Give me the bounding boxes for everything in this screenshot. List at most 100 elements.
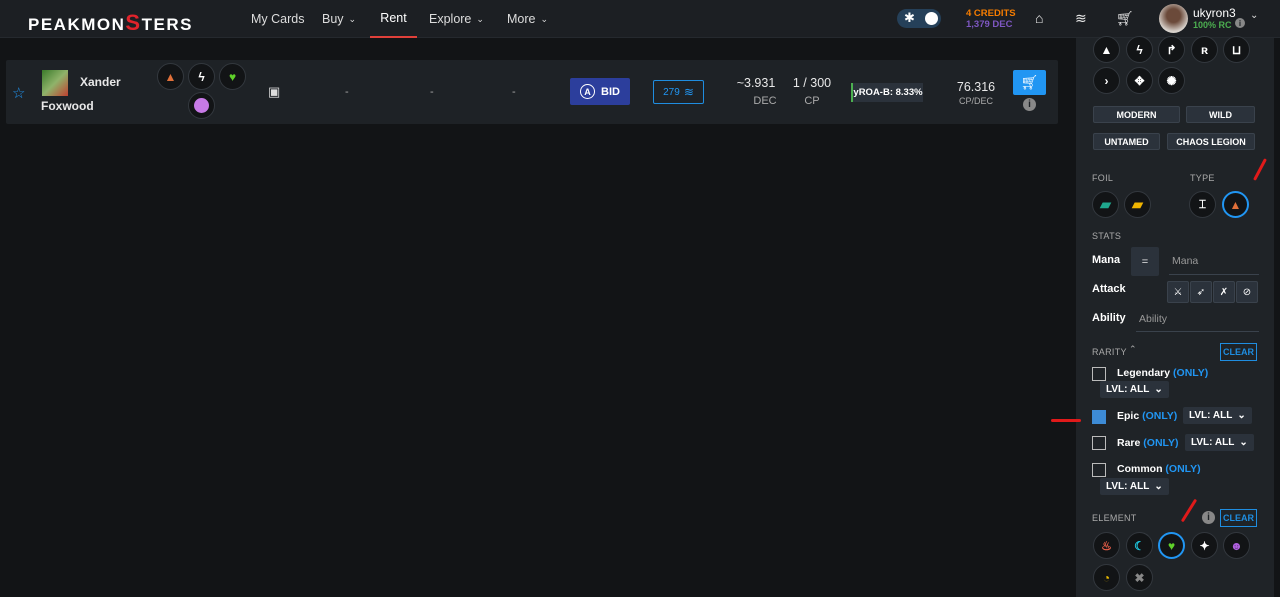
nav-label: More xyxy=(507,12,536,26)
sun-icon: ✱ xyxy=(904,10,915,25)
balance[interactable]: 4 CREDITS 1,379 DEC xyxy=(966,8,1016,30)
dec-balance: 1,379 DEC xyxy=(966,19,1013,30)
rare-label: Rare (ONLY) xyxy=(1117,437,1178,449)
common-checkbox[interactable] xyxy=(1092,463,1106,477)
earth-element-icon[interactable]: ♥ xyxy=(1158,532,1185,559)
fire-element-icon[interactable]: ♨ xyxy=(1093,532,1120,559)
info-icon[interactable]: i xyxy=(1023,98,1036,111)
stack-count: 279 xyxy=(663,86,680,98)
neutral-element-icon[interactable]: ✖ xyxy=(1126,564,1153,591)
ranged-attack-icon[interactable]: ➶ xyxy=(1190,281,1212,303)
only-link[interactable]: (ONLY) xyxy=(1143,437,1178,449)
inbox-icon[interactable]: ⌂ xyxy=(1035,10,1043,26)
rarity-icon xyxy=(188,92,215,119)
monster-type-icon[interactable]: ▲ xyxy=(1222,191,1249,218)
melee-attack-icon[interactable]: ⚔ xyxy=(1167,281,1189,303)
chevron-down-icon[interactable]: ⌄ xyxy=(1250,10,1258,21)
info-icon[interactable]: i xyxy=(1235,18,1245,28)
edition-beta-icon[interactable]: ϟ xyxy=(1126,36,1153,63)
summoner-type-icon[interactable]: ⌶ xyxy=(1189,191,1216,218)
only-link[interactable]: (ONLY) xyxy=(1142,410,1177,422)
regular-foil-icon[interactable]: ▰ xyxy=(1092,191,1119,218)
add-to-cart-button[interactable]: 🛒︎ xyxy=(1013,70,1046,95)
mana-operator[interactable]: = xyxy=(1131,247,1159,276)
cp-label: CP xyxy=(804,95,820,107)
stats-chart-icon[interactable]: ▣ xyxy=(268,84,280,100)
common-label: Common (ONLY) xyxy=(1117,463,1201,475)
water-element-icon[interactable]: ☾ xyxy=(1126,532,1153,559)
element-clear-button[interactable]: CLEAR xyxy=(1220,509,1257,527)
nav-label: Rent xyxy=(380,11,407,25)
avatar[interactable] xyxy=(1159,4,1188,33)
star-icon[interactable]: ☆ xyxy=(12,84,25,102)
level-value: LVL: ALL xyxy=(1189,410,1233,421)
rarity-name: Rare xyxy=(1117,437,1141,449)
toggle-knob xyxy=(925,12,938,25)
edition-dice-icon[interactable]: › xyxy=(1093,67,1120,94)
dash: - xyxy=(430,86,434,98)
stack-button[interactable]: 279 ≋ xyxy=(653,80,704,104)
epic-level-select[interactable]: LVL: ALL ⌄ xyxy=(1183,407,1252,424)
only-link[interactable]: (ONLY) xyxy=(1173,367,1208,379)
modern-button[interactable]: MODERN xyxy=(1093,106,1180,123)
dash: - xyxy=(512,86,516,98)
layers-icon[interactable]: ≋ xyxy=(1075,10,1087,27)
nav-rent[interactable]: Rent xyxy=(370,0,417,38)
wild-button[interactable]: WILD xyxy=(1186,106,1255,123)
bid-button[interactable]: A BID xyxy=(570,78,630,105)
nav-my-cards[interactable]: My Cards xyxy=(251,0,304,38)
legendary-checkbox[interactable] xyxy=(1092,367,1106,381)
auction-icon: A xyxy=(580,84,596,99)
edition-chaos-icon[interactable]: ✥ xyxy=(1126,67,1153,94)
card-name-first[interactable]: Xander xyxy=(80,75,121,89)
chevron-down-icon: ⌄ xyxy=(1154,481,1163,492)
edition-promo-icon[interactable]: ↱ xyxy=(1158,36,1185,63)
info-icon[interactable]: i xyxy=(1202,511,1215,524)
cart-icon[interactable]: 🛒︎ xyxy=(1116,10,1134,27)
earth-element-icon: ♥ xyxy=(219,63,246,90)
theme-toggle[interactable]: ✱ xyxy=(897,9,941,28)
dec-label: DEC xyxy=(753,95,777,107)
gold-foil-icon[interactable]: ▰ xyxy=(1124,191,1151,218)
mana-input[interactable]: Mana xyxy=(1169,247,1259,275)
chevron-down-icon: ⌄ xyxy=(1239,437,1248,448)
magic-attack-icon[interactable]: ✗ xyxy=(1213,281,1235,303)
rarity-clear-button[interactable]: CLEAR xyxy=(1220,343,1257,361)
dragon-element-icon[interactable]: ◔ xyxy=(1093,564,1120,591)
chaos-legion-button[interactable]: CHAOS LEGION xyxy=(1167,133,1255,150)
attack-label: Attack xyxy=(1092,283,1126,295)
edition-untamed-icon[interactable]: ⊔ xyxy=(1223,36,1250,63)
card-name-last[interactable]: Foxwood xyxy=(41,99,94,113)
life-element-icon[interactable]: ✦ xyxy=(1191,532,1218,559)
rare-level-select[interactable]: LVL: ALL ⌄ xyxy=(1185,434,1254,451)
nav-label: My Cards xyxy=(251,12,305,26)
untamed-button[interactable]: UNTAMED xyxy=(1093,133,1160,150)
ability-label: Ability xyxy=(1092,312,1126,324)
ability-input[interactable]: Ability xyxy=(1136,304,1259,332)
chevron-down-icon: ⌄ xyxy=(348,13,357,24)
edition-reward-icon[interactable]: ʀ xyxy=(1191,36,1218,63)
monster-type-icon: ▲ xyxy=(157,63,184,90)
card-image[interactable] xyxy=(42,70,68,96)
no-attack-icon[interactable]: ⊘ xyxy=(1236,281,1258,303)
epic-checkbox[interactable] xyxy=(1092,410,1106,424)
rarity-label[interactable]: RARITY xyxy=(1092,347,1127,357)
common-level-select[interactable]: LVL: ALL ⌄ xyxy=(1100,478,1169,495)
chevron-down-icon: ⌄ xyxy=(1154,384,1163,395)
mana-label: Mana xyxy=(1092,254,1121,266)
death-element-icon[interactable]: ☻ xyxy=(1223,532,1250,559)
rare-checkbox[interactable] xyxy=(1092,436,1106,450)
nav-explore[interactable]: Explore ⌄ xyxy=(429,0,484,38)
only-link[interactable]: (ONLY) xyxy=(1165,463,1200,475)
nav-buy[interactable]: Buy ⌄ xyxy=(322,0,356,38)
username[interactable]: ukyron3 xyxy=(1193,6,1236,20)
chevron-up-icon[interactable]: ⌃ xyxy=(1129,344,1137,355)
peakmonsters-logo[interactable]: PEAKMONSTERS xyxy=(28,10,193,36)
nav-more[interactable]: More ⌄ xyxy=(507,0,548,38)
foil-label: FOIL xyxy=(1092,173,1114,183)
edition-alpha-icon[interactable]: ▲ xyxy=(1093,36,1120,63)
element-label: ELEMENT xyxy=(1092,513,1137,523)
level-value: LVL: ALL xyxy=(1191,437,1235,448)
edition-rift-icon[interactable]: ✺ xyxy=(1158,67,1185,94)
legendary-level-select[interactable]: LVL: ALL ⌄ xyxy=(1100,381,1169,398)
